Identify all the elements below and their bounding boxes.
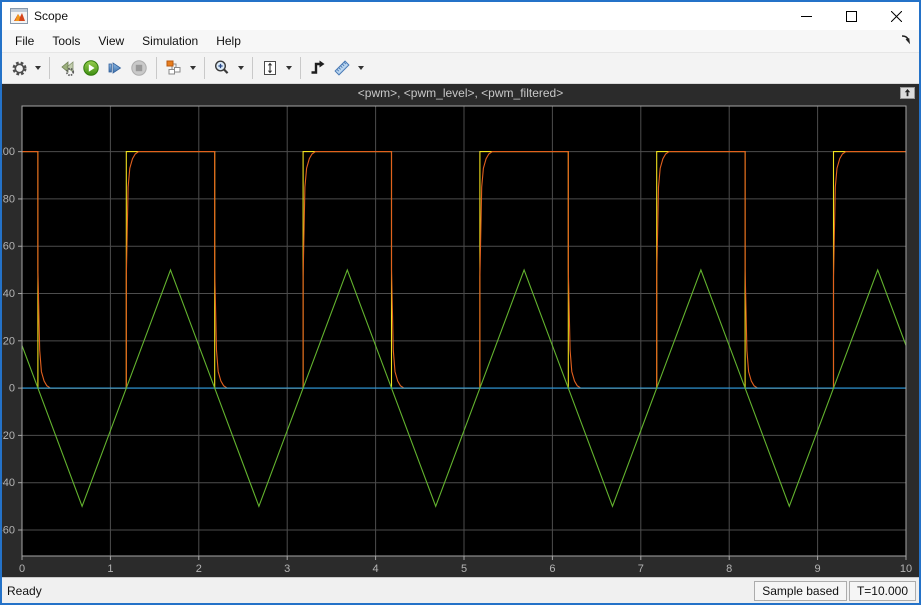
svg-text:5: 5 bbox=[461, 563, 467, 575]
run-button-icon[interactable] bbox=[79, 56, 103, 80]
zoom-dropdown-caret[interactable] bbox=[234, 56, 247, 80]
menu-view[interactable]: View bbox=[89, 30, 133, 52]
step-back-icon[interactable] bbox=[55, 56, 79, 80]
toolbar-separator bbox=[252, 57, 253, 79]
toolbar bbox=[2, 52, 919, 84]
svg-text:10: 10 bbox=[900, 563, 912, 575]
stop-button-icon[interactable] bbox=[127, 56, 151, 80]
status-text: Ready bbox=[3, 584, 42, 598]
cursor-measurements-icon[interactable] bbox=[330, 56, 354, 80]
toolbar-separator bbox=[204, 57, 205, 79]
span-dropdown-caret[interactable] bbox=[282, 56, 295, 80]
scope-window: Scope File Tools View Simulation Help bbox=[0, 0, 921, 605]
svg-text:1: 1 bbox=[107, 563, 113, 575]
close-button[interactable] bbox=[874, 2, 919, 30]
window-controls bbox=[784, 2, 919, 30]
trigger-icon[interactable] bbox=[306, 56, 330, 80]
settings-dropdown-caret[interactable] bbox=[31, 56, 44, 80]
signal-selector-icon[interactable] bbox=[162, 56, 186, 80]
menu-help[interactable]: Help bbox=[207, 30, 250, 52]
svg-text:-60: -60 bbox=[2, 524, 15, 536]
svg-text:40: 40 bbox=[3, 288, 15, 300]
svg-text:80: 80 bbox=[3, 193, 15, 205]
scope-app-icon bbox=[10, 8, 28, 24]
window-title: Scope bbox=[34, 9, 68, 23]
svg-text:0: 0 bbox=[19, 563, 25, 575]
scope-canvas[interactable]: 012345678910-60-40-20020406080100 <pwm>,… bbox=[2, 84, 919, 577]
toolbar-separator bbox=[156, 57, 157, 79]
cursors-dropdown-caret[interactable] bbox=[354, 56, 367, 80]
menu-file[interactable]: File bbox=[6, 30, 43, 52]
menu-simulation[interactable]: Simulation bbox=[133, 30, 207, 52]
sample-mode-badge: Sample based bbox=[754, 581, 847, 601]
toolbar-separator bbox=[300, 57, 301, 79]
menu-tools[interactable]: Tools bbox=[43, 30, 89, 52]
svg-text:100: 100 bbox=[2, 146, 15, 158]
svg-text:2: 2 bbox=[196, 563, 202, 575]
toolbar-separator bbox=[49, 57, 50, 79]
signal-selector-dropdown-caret[interactable] bbox=[186, 56, 199, 80]
svg-text:8: 8 bbox=[726, 563, 732, 575]
step-forward-icon[interactable] bbox=[103, 56, 127, 80]
svg-text:20: 20 bbox=[3, 335, 15, 347]
settings-gear-icon[interactable] bbox=[7, 56, 31, 80]
svg-text:9: 9 bbox=[815, 563, 821, 575]
dock-figure-icon[interactable] bbox=[899, 33, 913, 47]
zoom-in-icon[interactable] bbox=[210, 56, 234, 80]
svg-text:0: 0 bbox=[9, 383, 15, 395]
undock-axes-icon[interactable] bbox=[899, 86, 916, 100]
svg-text:4: 4 bbox=[373, 563, 379, 575]
svg-text:-20: -20 bbox=[2, 430, 15, 442]
svg-text:60: 60 bbox=[3, 241, 15, 253]
simulation-time-badge: T=10.000 bbox=[849, 581, 916, 601]
svg-text:3: 3 bbox=[284, 563, 290, 575]
svg-text:6: 6 bbox=[549, 563, 555, 575]
status-bar: Ready Sample based T=10.000 bbox=[2, 577, 919, 603]
svg-text:7: 7 bbox=[638, 563, 644, 575]
scope-plot[interactable]: 0 1 2 3 4 5 6 7 8 9 10 -60 -40 -20 0 20 40 60 80 100 bbox=[2, 84, 919, 577]
span-y-axis-icon[interactable] bbox=[258, 56, 282, 80]
title-bar[interactable]: Scope bbox=[2, 2, 919, 30]
menu-bar: File Tools View Simulation Help bbox=[2, 30, 919, 52]
minimize-button[interactable] bbox=[784, 2, 829, 30]
svg-text:-40: -40 bbox=[2, 477, 15, 489]
maximize-button[interactable] bbox=[829, 2, 874, 30]
